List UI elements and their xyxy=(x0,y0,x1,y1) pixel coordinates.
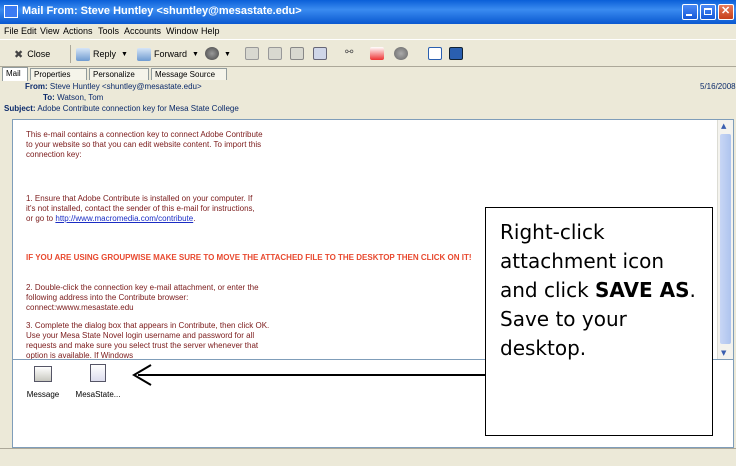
link-icon[interactable]: ⚯ xyxy=(345,47,359,60)
to-row: To: Watson, Tom xyxy=(43,93,103,102)
menu-tools[interactable]: Tools xyxy=(98,26,119,36)
attachment-mesastate[interactable]: MesaState... xyxy=(73,364,123,399)
to-value[interactable]: Watson, Tom xyxy=(57,93,103,102)
tab-personalize[interactable]: Personalize xyxy=(89,68,149,80)
toolbar: ✖ Close Reply ▼ Forward ▼ ▼ ⚯ xyxy=(0,39,736,67)
menu-bar: File Edit View Actions Tools Accounts Wi… xyxy=(0,24,736,39)
close-window-button[interactable] xyxy=(718,4,734,20)
minimize-button[interactable] xyxy=(682,4,698,20)
subject-label: Subject: xyxy=(4,104,36,113)
menu-actions[interactable]: Actions xyxy=(63,26,93,36)
from-row: From: Steve Huntley <shuntley@mesastate.… xyxy=(25,82,202,91)
subject-row: Subject: Adobe Contribute connection key… xyxy=(4,104,239,113)
menu-edit[interactable]: Edit xyxy=(21,26,37,36)
menu-help[interactable]: Help xyxy=(201,26,220,36)
maximize-button[interactable] xyxy=(700,4,716,20)
forward-label: Forward xyxy=(154,49,188,59)
reply-label: Reply xyxy=(93,49,117,59)
from-value[interactable]: Steve Huntley <shuntley@mesastate.edu> xyxy=(50,82,202,91)
mail-window-icon xyxy=(4,5,18,18)
reply-button[interactable]: Reply ▼ xyxy=(76,46,128,62)
send-icon[interactable] xyxy=(245,47,259,60)
window-title: Mail From: Steve Huntley <shuntley@mesas… xyxy=(22,5,302,17)
body-paragraph-step1: 1. Ensure that Adobe Contribute is insta… xyxy=(26,194,256,224)
callout-bold: SAVE AS xyxy=(595,278,690,302)
forward-button[interactable]: Forward ▼ xyxy=(137,46,199,62)
close-label: Close xyxy=(27,49,51,59)
close-button[interactable]: ✖ Close xyxy=(14,46,50,62)
tab-properties[interactable]: Properties xyxy=(30,68,87,80)
flag-icon[interactable] xyxy=(370,47,384,60)
envelope-icon xyxy=(34,366,52,382)
instruction-callout: Right-click attachment icon and click SA… xyxy=(485,207,713,436)
tab-message-source[interactable]: Message Source xyxy=(151,68,227,80)
status-bar xyxy=(0,448,736,466)
step1-end: . xyxy=(193,214,196,223)
groupwise-warning: IF YOU ARE USING GROUPWISE MAKE SURE TO … xyxy=(26,253,472,262)
forward-icon xyxy=(137,47,151,61)
menu-window[interactable]: Window xyxy=(166,26,198,36)
body-paragraph-step3: 3. Complete the dialog box that appears … xyxy=(26,321,270,359)
save-disk-icon[interactable] xyxy=(313,47,327,60)
attachment-label-mesastate: MesaState... xyxy=(75,390,121,399)
menu-file[interactable]: File xyxy=(4,26,19,36)
reply-dropdown-icon[interactable]: ▼ xyxy=(121,51,128,58)
message-date: 5/16/2008 xyxy=(700,82,736,91)
tab-strip: Mail Properties Personalize Message Sour… xyxy=(0,67,736,81)
body-paragraph-step2: 2. Double-click the connection key e-mai… xyxy=(26,283,259,312)
title-bar[interactable]: Mail From: Steve Huntley <shuntley@mesas… xyxy=(0,0,736,24)
reply-icon xyxy=(76,47,90,61)
scrollbar-thumb[interactable] xyxy=(720,134,731,344)
toolbar-divider xyxy=(70,45,71,63)
preview-icon[interactable] xyxy=(449,47,463,60)
printer-icon[interactable] xyxy=(290,47,304,60)
from-label: From: xyxy=(25,82,48,91)
forward-dropdown-icon[interactable]: ▼ xyxy=(192,51,199,58)
key-file-icon xyxy=(90,364,106,382)
attachment-label-message: Message xyxy=(26,390,60,399)
subject-value: Adobe Contribute connection key for Mesa… xyxy=(37,104,239,113)
menu-view[interactable]: View xyxy=(40,26,59,36)
close-x-icon: ✖ xyxy=(14,48,24,61)
tab-mail[interactable]: Mail xyxy=(2,67,28,81)
message-header: From: Steve Huntley <shuntley@mesastate.… xyxy=(0,81,736,117)
contribute-link[interactable]: http://www.macromedia.com/contribute xyxy=(55,214,193,223)
vertical-scrollbar[interactable]: ▲ ▼ xyxy=(717,120,733,359)
body-paragraph-intro: This e-mail contains a connection key to… xyxy=(26,130,263,159)
scroll-down-icon[interactable]: ▼ xyxy=(721,349,726,357)
view-toggle-icon[interactable] xyxy=(428,47,442,60)
options-dropdown-icon[interactable]: ▼ xyxy=(224,46,231,62)
tools-icon[interactable] xyxy=(394,47,408,60)
menu-accounts[interactable]: Accounts xyxy=(124,26,161,36)
to-label: To: xyxy=(43,93,55,102)
attachment-message[interactable]: Message xyxy=(21,366,65,399)
scroll-up-icon[interactable]: ▲ xyxy=(721,122,726,130)
receive-icon[interactable] xyxy=(268,47,282,60)
print-mail-icon[interactable] xyxy=(205,47,219,60)
